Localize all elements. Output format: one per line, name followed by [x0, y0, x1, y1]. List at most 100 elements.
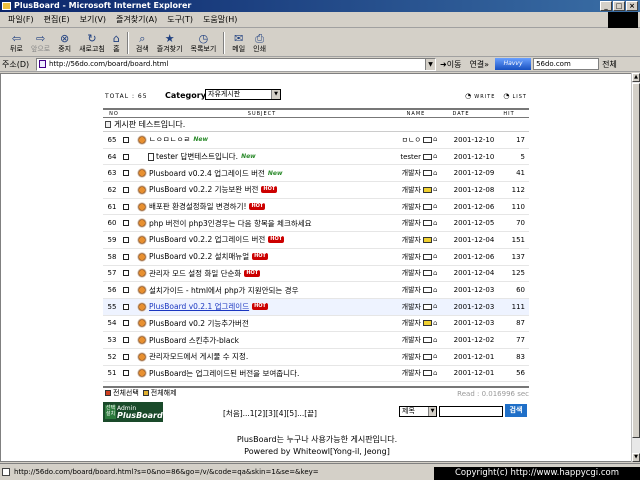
search-field-select[interactable]: 제목 ▼	[399, 406, 437, 418]
author-name[interactable]: 개발자	[402, 235, 421, 245]
mail-icon[interactable]	[423, 337, 432, 344]
table-row[interactable]: 54 PlusBoard v0.2 기능추가버전 개발자 ⌂ 2001-12-03 87	[103, 316, 529, 333]
menu-favorites[interactable]: 즐겨찾기(A)	[116, 14, 157, 25]
author-name[interactable]: 개발자	[402, 268, 421, 278]
home-icon[interactable]: ⌂	[433, 303, 441, 310]
mail-icon[interactable]	[423, 203, 432, 210]
post-link[interactable]: 관리자 모드 설정 화일 단순화	[149, 268, 241, 279]
notice-row[interactable]: 게시판 테스트입니다.	[103, 118, 529, 132]
home-icon[interactable]: ⌂	[433, 169, 441, 177]
mail-icon[interactable]	[423, 287, 432, 294]
print-button[interactable]: ⎙ 인쇄	[249, 30, 270, 56]
post-checkbox[interactable]	[121, 170, 131, 177]
post-link[interactable]: PlusBoard v0.2.2 업그레이드 버전	[149, 234, 265, 245]
home-icon[interactable]: ⌂	[433, 253, 441, 260]
home-icon[interactable]: ⌂	[433, 136, 441, 143]
author-name[interactable]: tester	[400, 153, 421, 161]
havvy-search-input[interactable]: 56do.com	[533, 58, 600, 70]
category-select[interactable]: 자유게시판 ▼	[205, 89, 281, 100]
table-row[interactable]: 58 PlusBoard v0.2.2 설치매뉴얼 HOT 개발자 ⌂ 2001-12-0…	[103, 249, 529, 266]
links-chevron-icon[interactable]: »	[484, 60, 489, 69]
write-button[interactable]: WRITE	[465, 92, 495, 100]
links-button[interactable]: 연결	[469, 59, 484, 70]
post-link[interactable]: 관리자모드에서 게시물 수 지정.	[149, 351, 248, 362]
post-checkbox[interactable]	[121, 253, 131, 260]
post-checkbox[interactable]	[121, 270, 131, 277]
table-row[interactable]: 53 PlusBoard 스킨추가-black 개발자 ⌂ 2001-12-02 77	[103, 332, 529, 349]
author-name[interactable]: ㅁㄴㅇ	[402, 135, 421, 145]
scroll-down-icon[interactable]: ▼	[632, 453, 640, 462]
menu-view[interactable]: 보기(V)	[80, 14, 106, 25]
post-checkbox[interactable]	[121, 337, 131, 344]
post-link[interactable]: PlusBoard v0.2.2 설치매뉴얼	[149, 251, 249, 262]
table-row[interactable]: 63 Plusboard v0.2.4 업그레이드 버전 New 개발자 ⌂ 2001-1…	[103, 165, 529, 183]
table-row[interactable]: 60 php 버전이 php3인경우는 다음 항목을 체크하세요 개발자 ⌂ 2001-…	[103, 215, 529, 233]
board-search-input[interactable]	[439, 406, 503, 418]
mail-icon[interactable]	[423, 353, 432, 360]
board-search-button[interactable]: 검색	[505, 404, 527, 418]
home-icon[interactable]: ⌂	[433, 269, 441, 277]
search-button[interactable]: ⌕ 검색	[132, 30, 153, 56]
mail-icon[interactable]	[423, 320, 432, 327]
menu-tools[interactable]: 도구(T)	[167, 14, 193, 25]
author-name[interactable]: 개발자	[402, 352, 421, 362]
post-checkbox[interactable]	[121, 136, 131, 143]
deselect-all-button[interactable]: 전체해제	[151, 388, 177, 398]
home-button[interactable]: ⌂ 홈	[109, 30, 124, 56]
author-name[interactable]: 개발자	[402, 185, 421, 195]
author-name[interactable]: 개발자	[402, 302, 421, 312]
post-checkbox[interactable]	[121, 186, 131, 193]
author-name[interactable]: 개발자	[402, 368, 421, 378]
author-name[interactable]: 개발자	[402, 252, 421, 262]
vertical-scrollbar[interactable]: ▲ ▼	[631, 73, 640, 462]
post-link[interactable]: ㄴㅇㅁㄴㅇㄹ	[149, 134, 190, 145]
mail-icon[interactable]	[423, 136, 432, 143]
refresh-button[interactable]: ↻ 새로고침	[75, 30, 109, 56]
table-row[interactable]: 64 tester 답변테스트입니다. New tester ⌂ 2001-12-10 5	[103, 149, 529, 166]
post-link[interactable]: PlusBoard v0.2.2 기능보완 버전	[149, 184, 258, 195]
home-icon[interactable]: ⌂	[433, 236, 441, 243]
home-icon[interactable]: ⌂	[433, 369, 441, 377]
author-name[interactable]: 개발자	[402, 168, 421, 178]
back-button[interactable]: ⇦ 뒤로	[6, 30, 27, 56]
post-link[interactable]: PlusBoard v0.2 기능추가버전	[149, 318, 249, 329]
post-checkbox[interactable]	[121, 353, 131, 360]
maximize-button[interactable]: □	[613, 1, 625, 11]
home-icon[interactable]: ⌂	[433, 203, 441, 210]
mail-icon[interactable]	[423, 236, 432, 243]
mail-icon[interactable]	[423, 370, 432, 377]
table-row[interactable]: 57 관리자 모드 설정 화일 단순화 HOT 개발자 ⌂ 2001-12-04 125	[103, 266, 529, 283]
table-row[interactable]: 59 PlusBoard v0.2.2 업그레이드 버전 HOT 개발자 ⌂ 2001-1…	[103, 232, 529, 249]
address-dropdown-icon[interactable]: ▼	[425, 58, 435, 70]
post-checkbox[interactable]	[121, 320, 131, 327]
stop-button[interactable]: ⊗ 중지	[54, 30, 75, 56]
home-icon[interactable]: ⌂	[433, 153, 441, 160]
post-link[interactable]: 배포판 환경설정화일 변경하기!	[149, 201, 246, 212]
author-name[interactable]: 개발자	[402, 218, 421, 228]
post-checkbox[interactable]	[121, 303, 131, 310]
post-link[interactable]: 설치가이드 - html에서 php가 지원안되는 경우	[149, 285, 298, 296]
post-link[interactable]: PlusBoard 스킨추가-black	[149, 335, 239, 346]
menu-help[interactable]: 도움말(H)	[203, 14, 237, 25]
forward-button[interactable]: ⇨ 앞으로	[27, 30, 54, 56]
favorites-button[interactable]: ★ 즐겨찾기	[153, 30, 187, 56]
home-icon[interactable]: ⌂	[433, 319, 441, 327]
author-name[interactable]: 개발자	[402, 285, 421, 295]
scroll-thumb[interactable]	[632, 83, 640, 438]
mail-icon[interactable]	[423, 253, 432, 260]
close-button[interactable]: ×	[626, 1, 638, 11]
mail-icon[interactable]	[423, 186, 432, 193]
post-link[interactable]: Plusboard v0.2.4 업그레이드 버전	[149, 168, 265, 179]
table-row[interactable]: 52 관리자모드에서 게시물 수 지정. 개발자 ⌂ 2001-12-01 83	[103, 349, 529, 366]
table-row[interactable]: 65 ㄴㅇㅁㄴㅇㄹ New ㅁㄴㅇ ⌂ 2001-12-10 17	[103, 132, 529, 149]
home-icon[interactable]: ⌂	[433, 286, 441, 294]
post-checkbox[interactable]	[121, 236, 131, 243]
post-link[interactable]: php 버전이 php3인경우는 다음 항목을 체크하세요	[149, 218, 312, 229]
home-icon[interactable]: ⌂	[433, 353, 441, 360]
menu-edit[interactable]: 편집(E)	[44, 14, 70, 25]
post-checkbox[interactable]	[121, 203, 131, 210]
mail-button[interactable]: ✉ 메일	[228, 30, 249, 56]
go-button[interactable]: ➜이동	[440, 59, 461, 70]
history-button[interactable]: ◷ 목록보기	[187, 30, 221, 56]
scroll-up-icon[interactable]: ▲	[632, 73, 640, 82]
